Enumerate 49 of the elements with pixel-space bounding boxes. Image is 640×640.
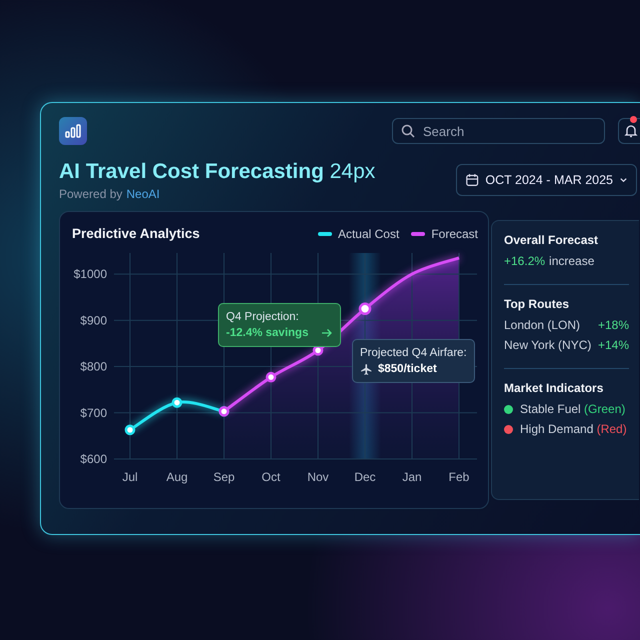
data-point (172, 397, 182, 408)
data-point (312, 345, 324, 356)
airplane-icon (360, 362, 373, 376)
search-field[interactable]: Search (421, 119, 604, 143)
route-name: London (LON) (504, 318, 580, 332)
search-icon (401, 124, 415, 138)
x-axis-label: Dec (354, 470, 376, 484)
route-change: +14% (598, 338, 629, 352)
route-change: +18% (598, 318, 629, 332)
indicator-label: High Demand (Red) (520, 422, 627, 436)
section-title: Overall Forecast (504, 233, 600, 247)
data-point (266, 372, 276, 382)
legend-item: Forecast (411, 226, 478, 240)
callout-value: -12.4% savings (226, 326, 308, 341)
forecast-label: increase (549, 254, 594, 268)
data-point (358, 302, 372, 316)
y-axis-label: $600 (80, 452, 107, 466)
x-axis-label: Feb (448, 470, 470, 484)
chart-logo-icon (59, 117, 87, 145)
callout-value: $850/ticket (378, 362, 437, 377)
x-axis-label: Jul (122, 470, 138, 484)
callout-title: Q4 Projection: (226, 310, 300, 325)
calendar-icon (465, 172, 480, 188)
route-name: New York (NYC) (504, 338, 592, 352)
x-axis-label: Sep (213, 470, 235, 484)
legend-item: Actual Cost (318, 226, 400, 240)
brand-link[interactable]: NeoAI (126, 187, 160, 201)
arrow-right-icon (321, 327, 334, 339)
search-bar[interactable]: Search (392, 118, 605, 144)
x-axis-label: Oct (262, 470, 280, 484)
x-axis-label: Aug (166, 470, 188, 484)
y-axis-label: $1000 (74, 267, 107, 282)
section-title: Market Indicators (504, 381, 604, 395)
indicator-label: Stable Fuel (Green) (520, 402, 626, 416)
y-axis-label: $700 (80, 406, 107, 420)
data-point (124, 424, 136, 436)
section-title: Top Routes (504, 297, 570, 311)
x-axis-label: Jan (402, 470, 422, 484)
notification-button[interactable] (618, 118, 640, 144)
x-axis-label: Nov (307, 470, 329, 484)
y-axis-label: $900 (80, 313, 107, 328)
bell-icon (624, 124, 638, 138)
panel-title: Predictive Analytics (72, 226, 200, 241)
y-axis-label: $800 (80, 360, 107, 374)
subtitle-text: Powered by (59, 187, 122, 201)
date-range-button[interactable]: OCT 2024 - MAR 2025 (456, 164, 637, 196)
callout-title: Projected Q4 Airfare: (360, 346, 467, 361)
forecast-value: +16.2% (504, 254, 546, 268)
page-title: AI Travel Cost Forecasting 24px (59, 160, 376, 184)
